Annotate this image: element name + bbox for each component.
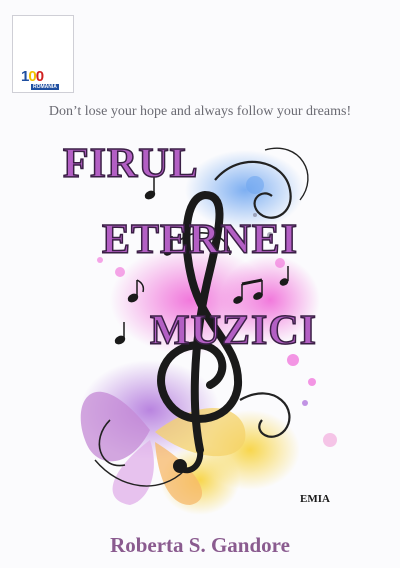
music-artwork <box>80 147 337 515</box>
title-line-1: FIRUL <box>62 141 199 187</box>
author-name: Roberta S. Gandore <box>110 533 290 557</box>
publisher-logo: EMIA <box>300 493 330 505</box>
book-cover: 100 ROMANIA Don’t lose your hope and alw… <box>0 0 400 568</box>
title-line-2: ETERNEI <box>101 217 299 263</box>
title-line-3: MUZICI <box>149 308 318 354</box>
